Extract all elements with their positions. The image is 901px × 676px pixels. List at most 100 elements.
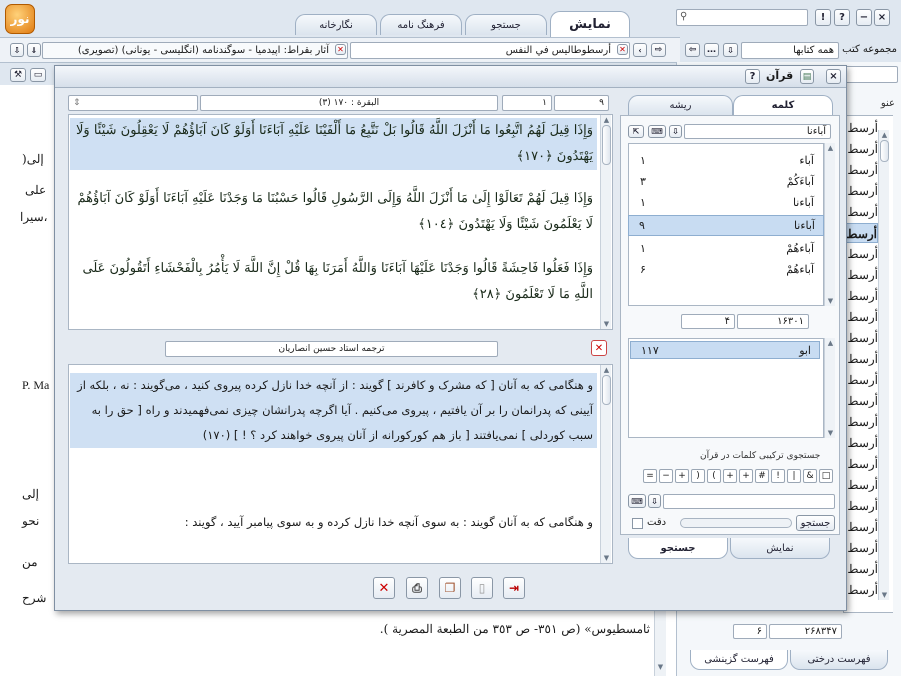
translator-field[interactable]: ترجمه استاد حسین انصاریان: [165, 341, 498, 357]
tree-item[interactable]: أرسط: [845, 496, 878, 516]
exact-checkbox[interactable]: [632, 518, 643, 529]
tree-scrollbar[interactable]: ▲ ▼: [878, 130, 889, 600]
combo-search-input[interactable]: [663, 494, 835, 509]
tree-item[interactable]: أرسط: [845, 181, 878, 201]
tree-item[interactable]: أرسط: [845, 328, 878, 348]
book-tab-1[interactable]: أرسطوطاليس في النفس: [350, 42, 630, 59]
tree-item[interactable]: أرسط: [845, 244, 878, 264]
ayah-field[interactable]: (۳) البقرة : ۱۷۰: [200, 95, 498, 111]
exit-icon[interactable]: ⇥: [503, 577, 525, 599]
tree-item[interactable]: أرسط: [845, 160, 878, 180]
book-tab-2[interactable]: آثار بقراط: اپیدمیا - سوگندنامه (انگلیسی…: [42, 42, 348, 59]
tree-item[interactable]: أرسط: [845, 538, 878, 558]
key-button[interactable]: &: [803, 469, 817, 483]
key-button[interactable]: |: [787, 469, 801, 483]
word-item[interactable]: ۱ آباءنا: [630, 192, 822, 213]
book-tab-1-close-icon[interactable]: ✕: [617, 44, 628, 55]
ayah-spin-icon[interactable]: ⇕: [73, 98, 81, 108]
close-button[interactable]: ×: [874, 9, 890, 26]
key-button[interactable]: =: [643, 469, 657, 483]
expand-icon[interactable]: ⇱: [628, 125, 644, 138]
forward-arrow-icon[interactable]: ⇨: [651, 43, 666, 57]
word-input[interactable]: آباءنا: [684, 124, 831, 139]
translation-scrollbar[interactable]: ▲ ▼: [600, 365, 611, 563]
back-arrow-icon[interactable]: ⇦: [685, 43, 700, 57]
minimize-button[interactable]: −: [856, 9, 872, 26]
key-button[interactable]: □: [819, 469, 833, 483]
tab-word[interactable]: کلمه: [733, 95, 833, 115]
tab-root[interactable]: ریشه: [628, 95, 733, 115]
wrench-icon[interactable]: ⚒: [10, 68, 26, 82]
key-button[interactable]: −: [659, 469, 673, 483]
tab-scroll-left-icon[interactable]: ‹: [633, 43, 647, 57]
verses-scrollbar[interactable]: ▲ ▼: [600, 115, 611, 329]
more-icon[interactable]: …: [704, 43, 719, 57]
key-button[interactable]: +: [675, 469, 689, 483]
tab-jostoju[interactable]: جستجو: [465, 14, 547, 35]
collection-down-icon[interactable]: ⇩: [723, 43, 738, 57]
layout-icon[interactable]: ▭: [30, 68, 46, 82]
key-button[interactable]: ): [691, 469, 705, 483]
book-tab-2-close-icon[interactable]: ✕: [335, 44, 346, 55]
translation-paragraph-2[interactable]: و هنگامی که به آنان گویند : به سوی آنچه …: [70, 510, 597, 535]
tree-item[interactable]: أرسط: [845, 265, 878, 285]
print-icon[interactable]: ⎙: [406, 577, 428, 599]
verse-1[interactable]: وَإِذَا قِيلَ لَهُمُ اتَّبِعُوا مَا أَنْ…: [70, 118, 597, 170]
help-question-button[interactable]: ?: [834, 9, 850, 26]
word-item[interactable]: ۱ آباءهُمْ: [630, 238, 822, 259]
tree-item[interactable]: أرسط: [845, 307, 878, 327]
root-list-scrollbar[interactable]: ▲ ▼: [824, 338, 835, 438]
tree-item[interactable]: أرسط: [845, 475, 878, 495]
tab-farhangnameh[interactable]: فرهنگ نامه: [380, 14, 462, 35]
combo-keyboard-icon[interactable]: ⌨: [628, 494, 646, 508]
tree-item[interactable]: أرسط: [845, 370, 878, 390]
tree-item[interactable]: أرسط: [845, 559, 878, 579]
dialog-help-button[interactable]: ?: [745, 69, 760, 84]
tree-item[interactable]: أرسط: [845, 454, 878, 474]
tree-item[interactable]: أرسط: [845, 118, 878, 138]
keyboard-icon[interactable]: ⌨: [648, 125, 666, 138]
tree-item[interactable]: أرسط: [845, 580, 878, 600]
combo-dropdown-icon[interactable]: ⇩: [648, 494, 661, 508]
key-button[interactable]: (: [707, 469, 721, 483]
word-item[interactable]: ۶ آباءهُمْ: [630, 259, 822, 280]
tree-item[interactable]: أرسط: [845, 412, 878, 432]
translation-paragraph-1[interactable]: و هنگامی که به آنان [ که مشرک و کافرند ]…: [70, 373, 597, 448]
translation-close-icon[interactable]: ✕: [591, 340, 607, 356]
tree-item[interactable]: أرسط: [845, 202, 878, 222]
key-button[interactable]: +: [739, 469, 753, 483]
tab-side-display[interactable]: نمایش: [730, 538, 830, 559]
word-list-scrollbar[interactable]: ▲ ▼: [824, 143, 835, 306]
delete-button[interactable]: ✕: [373, 577, 395, 599]
tree-item[interactable]: أرسط: [845, 223, 878, 243]
help-alert-button[interactable]: !: [815, 9, 831, 26]
tree-item[interactable]: أرسط: [845, 391, 878, 411]
ayah-index-field[interactable]: ۱: [502, 95, 552, 111]
word-item-selected[interactable]: ۹ آباءنا: [628, 215, 824, 236]
key-button[interactable]: !: [771, 469, 785, 483]
combo-search-button[interactable]: جستجو: [796, 515, 835, 531]
tab-namayesh[interactable]: نمایش: [550, 11, 630, 37]
tab-tree-list[interactable]: فهرست درختی: [790, 650, 888, 670]
dialog-close-button[interactable]: ×: [826, 69, 841, 84]
tree-filter-input[interactable]: [843, 66, 898, 83]
verse-2[interactable]: وَإِذَا قِيلَ لَهُمْ تَعَالَوْا إِلَىٰ م…: [70, 186, 597, 238]
tab-select-list[interactable]: فهرست گزینشی: [690, 650, 788, 670]
tabs-list-button[interactable]: ⇩: [10, 43, 24, 57]
tab-nagarkhaneh[interactable]: نگارخانه: [295, 14, 377, 35]
word-dropdown-icon[interactable]: ⇩: [669, 125, 682, 138]
ayah-count-field[interactable]: ۹: [554, 95, 609, 111]
app-logo[interactable]: نور: [5, 4, 35, 34]
collection-select[interactable]: همه کتابها: [741, 42, 839, 59]
tree-item[interactable]: أرسط: [845, 286, 878, 306]
copy-icon[interactable]: ❐: [439, 577, 461, 599]
verse-3[interactable]: وَإِذَا فَعَلُوا فَاحِشَةً قَالُوا وَجَد…: [70, 256, 597, 308]
root-item[interactable]: ۱۱۷ ابو: [630, 341, 820, 359]
blank-page-icon[interactable]: ▯: [471, 577, 493, 599]
tree-item[interactable]: أرسط: [845, 139, 878, 159]
global-search-input[interactable]: ⚲: [676, 9, 808, 26]
key-button[interactable]: +: [723, 469, 737, 483]
word-item[interactable]: ۳ آباءَكُمْ: [630, 171, 822, 192]
key-button[interactable]: #: [755, 469, 769, 483]
tree-item[interactable]: أرسط: [845, 517, 878, 537]
